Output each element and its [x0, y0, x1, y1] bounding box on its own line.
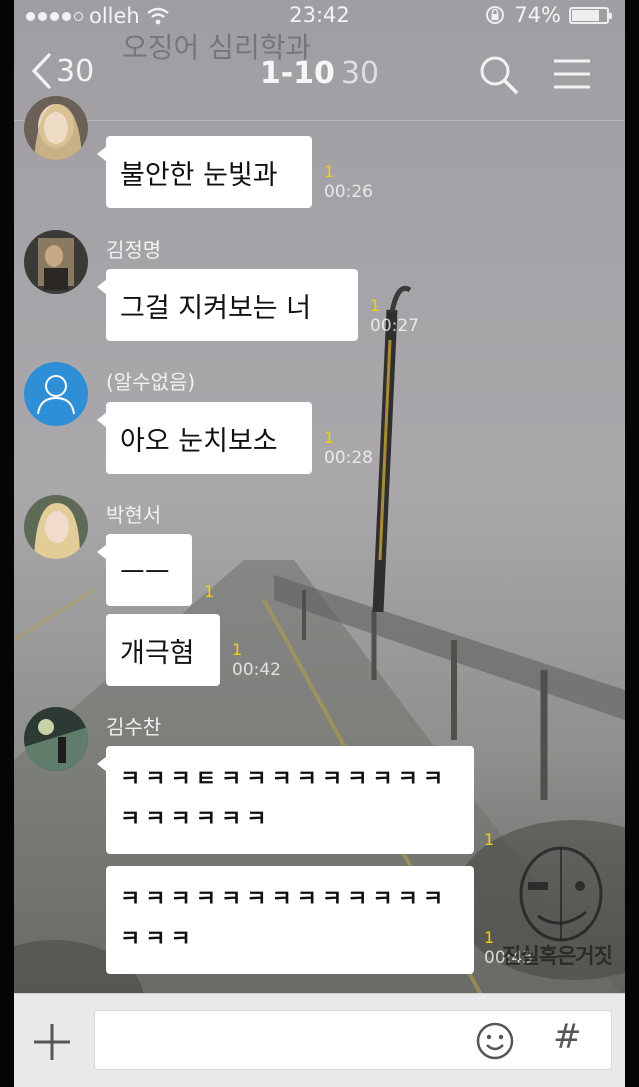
right-screen-edge [625, 0, 639, 1087]
message-time: 00:26 [324, 182, 373, 202]
message-time: 00:28 [324, 448, 373, 468]
battery-icon [569, 6, 612, 24]
room-name: 1-10 [259, 56, 335, 91]
unread-count: 1 [232, 640, 243, 659]
message-time: 00:42 [232, 660, 281, 680]
sender-name: (알수없음) [106, 370, 196, 394]
chat-header: 오징어 심리학과 30 1-10 30 [14, 31, 625, 121]
avatar[interactable] [24, 495, 88, 559]
message-meta: 1 00:28 [324, 428, 373, 468]
plus-icon[interactable] [32, 1022, 72, 1062]
room-title: 1-10 30 [14, 56, 625, 91]
left-screen-edge [0, 0, 14, 1087]
message-bubble[interactable]: ㅋㅋㅋㅋㅋㅋㅋㅋㅋㅋㅋㅋㅋㅋㅋㅋ [106, 866, 474, 974]
member-count: 30 [340, 56, 380, 91]
unread-count: 1 [204, 582, 215, 601]
avatar[interactable] [24, 707, 88, 771]
unread-count: 1 [324, 162, 335, 181]
battery-info: 74% [484, 3, 612, 27]
avatar[interactable] [24, 230, 88, 294]
message-input-bar: # [14, 993, 625, 1087]
emoji-icon[interactable] [475, 1021, 515, 1061]
message-meta: 1 [204, 582, 214, 602]
sender-name: 박현서 [106, 503, 162, 527]
message-bubble[interactable]: ㅡㅡ [97, 534, 192, 606]
menu-icon[interactable] [550, 52, 594, 96]
sender-name: 김수찬 [106, 715, 162, 739]
message-bubble[interactable]: 개극혐 [106, 614, 220, 686]
chat-screen: olleh 23:42 74% 오징어 심리학과 30 1-10 30 불안한 … [14, 0, 625, 1087]
message-bubble[interactable]: 그걸 지켜보는 너 [97, 269, 358, 341]
status-bar: olleh 23:42 74% [14, 0, 625, 32]
hash-icon[interactable]: # [553, 1017, 582, 1057]
unread-count: 1 [484, 830, 495, 849]
avatar[interactable] [24, 96, 88, 160]
message-bubble[interactable]: 아오 눈치보소 [97, 402, 312, 474]
watermark-text: 진실혹은거짓 [502, 944, 613, 968]
search-icon[interactable] [476, 52, 520, 96]
unread-count: 1 [370, 296, 381, 315]
rotation-lock-icon [486, 6, 505, 24]
message-meta: 1 00:27 [370, 296, 419, 336]
message-input[interactable]: # [94, 1010, 612, 1070]
default-avatar-icon[interactable] [24, 362, 88, 426]
message-meta: 1 [484, 830, 494, 850]
message-meta: 1 00:42 [232, 640, 281, 680]
message-time: 00:27 [370, 316, 419, 336]
message-meta: 1 00:26 [324, 162, 373, 202]
sender-name: 김정명 [106, 238, 162, 262]
battery-percent: 74% [514, 3, 561, 27]
message-bubble[interactable]: 불안한 눈빛과 [97, 136, 312, 208]
unread-count: 1 [324, 428, 335, 447]
message-bubble[interactable]: ㅋㅋㅋㅌㅋㅋㅋㅋㅋㅋㅋㅋㅋㅋㅋㅋㅋㅋㅋ [97, 746, 474, 854]
